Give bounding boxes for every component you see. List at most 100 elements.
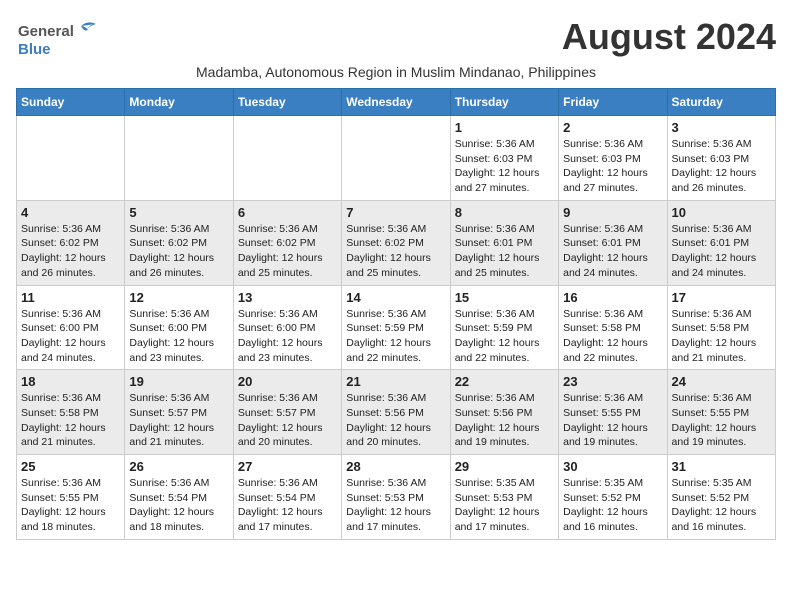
day-number: 23 — [563, 374, 662, 389]
day-number: 17 — [672, 290, 771, 305]
day-info: Sunrise: 5:36 AM Sunset: 6:01 PM Dayligh… — [563, 222, 662, 281]
day-number: 6 — [238, 205, 337, 220]
days-header-row: SundayMondayTuesdayWednesdayThursdayFrid… — [17, 89, 776, 116]
calendar-cell: 3 Sunrise: 5:36 AM Sunset: 6:03 PM Daylig… — [667, 116, 775, 201]
day-info: Sunrise: 5:36 AM Sunset: 5:59 PM Dayligh… — [346, 307, 445, 366]
day-info: Sunrise: 5:36 AM Sunset: 5:58 PM Dayligh… — [563, 307, 662, 366]
calendar-cell: 27 Sunrise: 5:36 AM Sunset: 5:54 PM Dayli… — [233, 455, 341, 540]
day-info: Sunrise: 5:36 AM Sunset: 6:02 PM Dayligh… — [346, 222, 445, 281]
day-info: Sunrise: 5:36 AM Sunset: 5:58 PM Dayligh… — [672, 307, 771, 366]
day-info: Sunrise: 5:36 AM Sunset: 5:56 PM Dayligh… — [346, 391, 445, 450]
day-info: Sunrise: 5:36 AM Sunset: 6:02 PM Dayligh… — [21, 222, 120, 281]
day-number: 29 — [455, 459, 554, 474]
svg-text:Blue: Blue — [18, 41, 51, 58]
calendar-cell: 21 Sunrise: 5:36 AM Sunset: 5:56 PM Dayli… — [342, 370, 450, 455]
day-info: Sunrise: 5:36 AM Sunset: 5:57 PM Dayligh… — [129, 391, 228, 450]
day-number: 16 — [563, 290, 662, 305]
day-number: 18 — [21, 374, 120, 389]
week-row-4: 18 Sunrise: 5:36 AM Sunset: 5:58 PM Dayli… — [17, 370, 776, 455]
day-number: 19 — [129, 374, 228, 389]
calendar-cell: 2 Sunrise: 5:36 AM Sunset: 6:03 PM Daylig… — [559, 116, 667, 201]
svg-text:General: General — [18, 23, 74, 40]
day-header-saturday: Saturday — [667, 89, 775, 116]
day-number: 3 — [672, 120, 771, 135]
day-header-wednesday: Wednesday — [342, 89, 450, 116]
calendar-cell — [342, 116, 450, 201]
calendar-cell: 8Sunrise: 5:36 AM Sunset: 6:01 PM Daylig… — [450, 200, 558, 285]
calendar-cell: 5Sunrise: 5:36 AM Sunset: 6:02 PM Daylig… — [125, 200, 233, 285]
day-number: 14 — [346, 290, 445, 305]
day-header-sunday: Sunday — [17, 89, 125, 116]
day-info: Sunrise: 5:36 AM Sunset: 6:03 PM Dayligh… — [563, 137, 662, 196]
day-header-friday: Friday — [559, 89, 667, 116]
subtitle: Madamba, Autonomous Region in Muslim Min… — [16, 64, 776, 80]
day-info: Sunrise: 5:36 AM Sunset: 6:02 PM Dayligh… — [238, 222, 337, 281]
day-number: 10 — [672, 205, 771, 220]
calendar-cell — [125, 116, 233, 201]
day-info: Sunrise: 5:36 AM Sunset: 5:55 PM Dayligh… — [563, 391, 662, 450]
day-number: 20 — [238, 374, 337, 389]
day-info: Sunrise: 5:36 AM Sunset: 5:54 PM Dayligh… — [238, 476, 337, 535]
calendar-cell: 23 Sunrise: 5:36 AM Sunset: 5:55 PM Dayli… — [559, 370, 667, 455]
calendar-table: SundayMondayTuesdayWednesdayThursdayFrid… — [16, 88, 776, 540]
day-info: Sunrise: 5:36 AM Sunset: 6:00 PM Dayligh… — [21, 307, 120, 366]
day-header-monday: Monday — [125, 89, 233, 116]
day-info: Sunrise: 5:36 AM Sunset: 5:56 PM Dayligh… — [455, 391, 554, 450]
calendar-cell: 9 Sunrise: 5:36 AM Sunset: 6:01 PM Daylig… — [559, 200, 667, 285]
day-number: 24 — [672, 374, 771, 389]
day-info: Sunrise: 5:36 AM Sunset: 5:55 PM Dayligh… — [21, 476, 120, 535]
calendar-cell: 4 Sunrise: 5:36 AM Sunset: 6:02 PM Daylig… — [17, 200, 125, 285]
calendar-cell: 13 Sunrise: 5:36 AM Sunset: 6:00 PM Dayli… — [233, 285, 341, 370]
calendar-cell: 16 Sunrise: 5:36 AM Sunset: 5:58 PM Dayli… — [559, 285, 667, 370]
logo: General Blue — [16, 16, 106, 60]
calendar-cell: 25 Sunrise: 5:36 AM Sunset: 5:55 PM Dayli… — [17, 455, 125, 540]
day-number: 7 — [346, 205, 445, 220]
day-info: Sunrise: 5:36 AM Sunset: 6:03 PM Dayligh… — [672, 137, 771, 196]
day-number: 25 — [21, 459, 120, 474]
calendar-cell: 24Sunrise: 5:36 AM Sunset: 5:55 PM Dayli… — [667, 370, 775, 455]
day-number: 27 — [238, 459, 337, 474]
page-title: August 2024 — [562, 16, 776, 58]
calendar-cell: 28Sunrise: 5:36 AM Sunset: 5:53 PM Dayli… — [342, 455, 450, 540]
day-info: Sunrise: 5:36 AM Sunset: 6:01 PM Dayligh… — [455, 222, 554, 281]
day-number: 31 — [672, 459, 771, 474]
title-block: August 2024 — [562, 16, 776, 58]
day-info: Sunrise: 5:36 AM Sunset: 6:00 PM Dayligh… — [238, 307, 337, 366]
calendar-cell: 20Sunrise: 5:36 AM Sunset: 5:57 PM Dayli… — [233, 370, 341, 455]
calendar-cell: 31Sunrise: 5:35 AM Sunset: 5:52 PM Dayli… — [667, 455, 775, 540]
day-number: 4 — [21, 205, 120, 220]
calendar-cell: 10 Sunrise: 5:36 AM Sunset: 6:01 PM Dayli… — [667, 200, 775, 285]
day-number: 11 — [21, 290, 120, 305]
day-info: Sunrise: 5:36 AM Sunset: 6:03 PM Dayligh… — [455, 137, 554, 196]
calendar-cell: 30Sunrise: 5:35 AM Sunset: 5:52 PM Dayli… — [559, 455, 667, 540]
day-info: Sunrise: 5:36 AM Sunset: 5:54 PM Dayligh… — [129, 476, 228, 535]
calendar-cell: 1Sunrise: 5:36 AM Sunset: 6:03 PM Daylig… — [450, 116, 558, 201]
day-number: 21 — [346, 374, 445, 389]
day-info: Sunrise: 5:36 AM Sunset: 5:59 PM Dayligh… — [455, 307, 554, 366]
calendar-cell: 15Sunrise: 5:36 AM Sunset: 5:59 PM Dayli… — [450, 285, 558, 370]
calendar-cell: 7 Sunrise: 5:36 AM Sunset: 6:02 PM Daylig… — [342, 200, 450, 285]
day-number: 26 — [129, 459, 228, 474]
day-number: 13 — [238, 290, 337, 305]
week-row-5: 25 Sunrise: 5:36 AM Sunset: 5:55 PM Dayli… — [17, 455, 776, 540]
day-info: Sunrise: 5:36 AM Sunset: 5:58 PM Dayligh… — [21, 391, 120, 450]
day-header-tuesday: Tuesday — [233, 89, 341, 116]
calendar-cell: 29 Sunrise: 5:35 AM Sunset: 5:53 PM Dayli… — [450, 455, 558, 540]
week-row-3: 11 Sunrise: 5:36 AM Sunset: 6:00 PM Dayli… — [17, 285, 776, 370]
calendar-cell: 14 Sunrise: 5:36 AM Sunset: 5:59 PM Dayli… — [342, 285, 450, 370]
day-info: Sunrise: 5:35 AM Sunset: 5:53 PM Dayligh… — [455, 476, 554, 535]
day-info: Sunrise: 5:35 AM Sunset: 5:52 PM Dayligh… — [563, 476, 662, 535]
calendar-cell: 18 Sunrise: 5:36 AM Sunset: 5:58 PM Dayli… — [17, 370, 125, 455]
day-number: 22 — [455, 374, 554, 389]
day-info: Sunrise: 5:36 AM Sunset: 6:01 PM Dayligh… — [672, 222, 771, 281]
day-info: Sunrise: 5:36 AM Sunset: 5:53 PM Dayligh… — [346, 476, 445, 535]
calendar-cell — [17, 116, 125, 201]
calendar-cell: 19 Sunrise: 5:36 AM Sunset: 5:57 PM Dayli… — [125, 370, 233, 455]
calendar-cell: 12Sunrise: 5:36 AM Sunset: 6:00 PM Dayli… — [125, 285, 233, 370]
calendar-cell: 11 Sunrise: 5:36 AM Sunset: 6:00 PM Dayli… — [17, 285, 125, 370]
day-number: 2 — [563, 120, 662, 135]
calendar-cell: 6 Sunrise: 5:36 AM Sunset: 6:02 PM Daylig… — [233, 200, 341, 285]
day-number: 9 — [563, 205, 662, 220]
day-number: 12 — [129, 290, 228, 305]
calendar-cell: 17 Sunrise: 5:36 AM Sunset: 5:58 PM Dayli… — [667, 285, 775, 370]
